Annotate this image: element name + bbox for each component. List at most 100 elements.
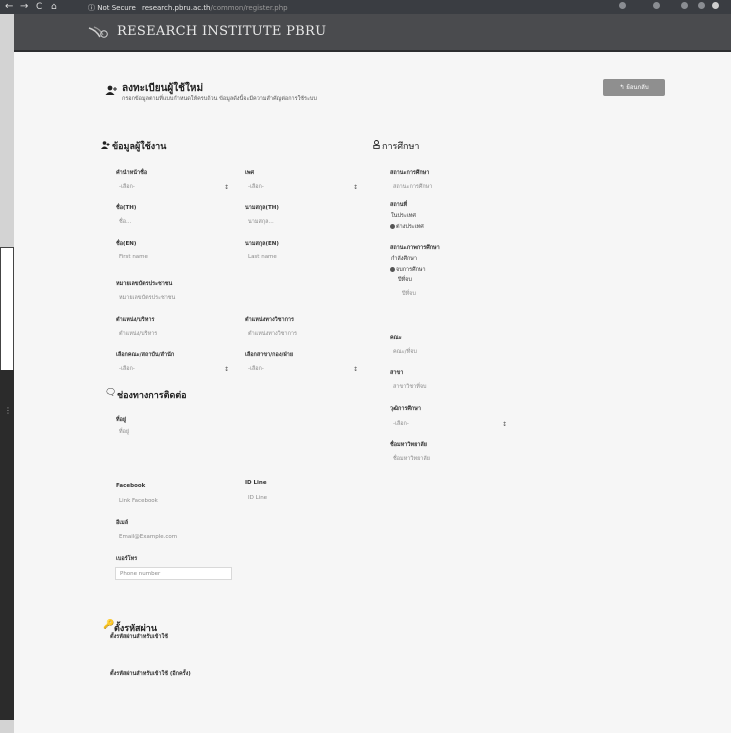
chevron-down-icon: ↕	[352, 184, 358, 191]
add-user-icon	[105, 85, 117, 95]
line-input[interactable]: ID Line	[244, 492, 360, 505]
phone-input[interactable]: Phone number	[115, 567, 232, 580]
radio-selected-icon	[390, 267, 395, 272]
radio-studying[interactable]: กำลังศึกษา	[391, 255, 417, 263]
back-button-label: ย้อนกลับ	[626, 84, 649, 91]
faculty-select[interactable]: -เลือก- ↕	[115, 363, 231, 376]
register-page: ลงทะเบียนผู้ใช้ใหม่ กรอกข้อมูลตามที่แบบก…	[14, 52, 731, 733]
position-label: ตำแหน่ง/บริหาร	[116, 317, 155, 323]
id-card-input[interactable]: หมายเลขบัตรประชาชน	[115, 292, 231, 305]
chevron-down-icon: ↕	[223, 366, 229, 373]
extension-icon[interactable]	[698, 2, 705, 9]
education-heading: การศึกษา	[382, 142, 420, 152]
profile-icon[interactable]	[712, 2, 719, 9]
gender-select[interactable]: -เลือก- ↕	[244, 181, 360, 194]
page-subtitle: กรอกข้อมูลตามที่แบบกำหนดให้ครบถ้วน ข้อมู…	[122, 96, 317, 102]
back-nav-button[interactable]: ←	[5, 1, 13, 13]
prefix-select-value: -เลือก-	[119, 184, 135, 190]
address-input[interactable]: ที่อยู่	[115, 426, 231, 439]
chevron-down-icon: ↕	[223, 184, 229, 191]
chevron-down-icon: ↕	[352, 366, 358, 373]
address-bar[interactable]: ⓘ Not Secure research.pbru.ac.th/common/…	[88, 3, 288, 13]
chat-icon: 🗨	[105, 388, 117, 398]
key-icon: 🔑	[103, 620, 115, 630]
academic-position-label: ตำแหน่งทางวิชาการ	[245, 317, 294, 323]
user-info-heading: ข้อมูลผู้ใช้งาน	[112, 142, 167, 152]
extension-icon[interactable]	[653, 2, 660, 9]
prefix-select[interactable]: -เลือก- ↕	[115, 181, 231, 194]
back-arrow-icon: ↰	[619, 84, 625, 91]
forward-nav-button[interactable]: →	[20, 1, 28, 13]
logo-icon	[88, 26, 108, 38]
name-en-input[interactable]: First name	[115, 251, 231, 264]
id-card-label: หมายเลขบัตรประชาชน	[116, 281, 173, 287]
line-label: ID Line	[245, 480, 267, 486]
faculty-select-value: -เลือก-	[119, 366, 135, 372]
university-input[interactable]: ชื่อมหาวิทยาลัย	[389, 453, 509, 466]
edu-major-label: สาขา	[390, 370, 404, 376]
position-input[interactable]: ตำแหน่ง/บริหาร	[115, 328, 231, 341]
grad-year-label: ปีที่จบ	[398, 277, 412, 283]
password-confirm-input[interactable]	[109, 682, 249, 695]
left-background-window: ⋮	[0, 14, 14, 733]
grad-year-input[interactable]: ปีที่จบ	[398, 288, 498, 301]
department-select[interactable]: -เลือก- ↕	[244, 363, 360, 376]
page-title: ลงทะเบียนผู้ใช้ใหม่	[122, 83, 204, 94]
security-indicator[interactable]: ⓘ Not Secure	[88, 4, 136, 12]
url-path: /common/register.php	[210, 4, 288, 12]
password-confirm-label: ตั้งรหัสผ่านสำหรับเข้าใช้ (อีกครั้ง)	[110, 671, 191, 677]
degree-select-value: -เลือก-	[393, 421, 409, 427]
department-label: เลือกสาขา/กอง/ฝ่าย	[245, 352, 294, 358]
edu-location-label: สถานที่	[390, 202, 408, 208]
more-icon: ⋮	[4, 406, 12, 415]
password-input[interactable]	[109, 644, 249, 657]
name-th-input[interactable]: ชื่อ...	[115, 216, 231, 229]
radio-selected-icon	[390, 224, 395, 229]
surname-en-label: นามสกุล(EN)	[245, 241, 279, 247]
password-label: ตั้งรหัสผ่านสำหรับเข้าใช้	[110, 634, 168, 640]
edu-major-input[interactable]: สาขาวิชาที่จบ	[389, 381, 509, 394]
degree-label: วุฒิการศึกษา	[390, 406, 421, 412]
reload-button[interactable]: C	[36, 1, 42, 13]
name-th-label: ชื่อ(TH)	[116, 205, 137, 211]
chevron-down-icon: ↕	[501, 421, 507, 428]
academic-position-input[interactable]: ตำแหน่งทางวิชาการ	[244, 328, 360, 341]
edu-state-label: สถานะภาพการศึกษา	[390, 245, 440, 251]
facebook-input[interactable]: Link Facebook	[115, 495, 231, 508]
radio-abroad[interactable]: ต่างประเทศ	[390, 223, 424, 231]
edu-status-input[interactable]: สถานะการศึกษา	[389, 181, 509, 194]
graduation-icon	[373, 140, 380, 149]
name-en-label: ชื่อ(EN)	[116, 241, 137, 247]
surname-th-label: นามสกุล(TH)	[245, 205, 279, 211]
gender-label: เพศ	[245, 170, 254, 176]
edu-faculty-label: คณะ	[390, 335, 402, 341]
radio-domestic[interactable]: ในประเทศ	[391, 212, 416, 220]
contact-heading: ช่องทางการติดต่อ	[117, 391, 187, 401]
url-host: research.pbru.ac.th	[142, 4, 211, 12]
phone-label: เบอร์โทร	[116, 556, 138, 562]
user-icon	[101, 141, 110, 149]
background-panel	[0, 370, 14, 720]
department-select-value: -เลือก-	[248, 366, 264, 372]
gender-select-value: -เลือก-	[248, 184, 264, 190]
background-panel	[0, 247, 14, 371]
radio-graduated[interactable]: จบการศึกษา	[390, 266, 426, 274]
surname-en-input[interactable]: Last name	[244, 251, 360, 264]
address-label: ที่อยู่	[116, 417, 127, 423]
edu-faculty-input[interactable]: คณะ/ที่จบ	[389, 346, 509, 359]
email-input[interactable]: Email@Example.com	[115, 531, 231, 544]
home-button[interactable]: ⌂	[51, 1, 57, 13]
bookmark-icon[interactable]	[619, 2, 626, 9]
browser-toolbar: ← → C ⌂ ⓘ Not Secure research.pbru.ac.th…	[0, 0, 731, 14]
degree-select[interactable]: -เลือก- ↕	[389, 418, 509, 431]
extension-icon[interactable]	[681, 2, 688, 9]
back-button[interactable]: ↰ ย้อนกลับ	[603, 79, 665, 96]
faculty-label: เลือกคณะ/สถาบัน/สำนัก	[116, 352, 175, 358]
edu-status-label: สถานะการศึกษา	[390, 170, 430, 176]
prefix-label: คำนำหน้าชื่อ	[116, 170, 148, 176]
facebook-label: Facebook	[116, 483, 146, 489]
surname-th-input[interactable]: นามสกุล...	[244, 216, 360, 229]
site-header: RESEARCH INSTITUTE PBRU	[14, 14, 731, 52]
site-brand[interactable]: RESEARCH INSTITUTE PBRU	[117, 24, 326, 39]
university-label: ชื่อมหาวิทยาลัย	[390, 442, 427, 448]
